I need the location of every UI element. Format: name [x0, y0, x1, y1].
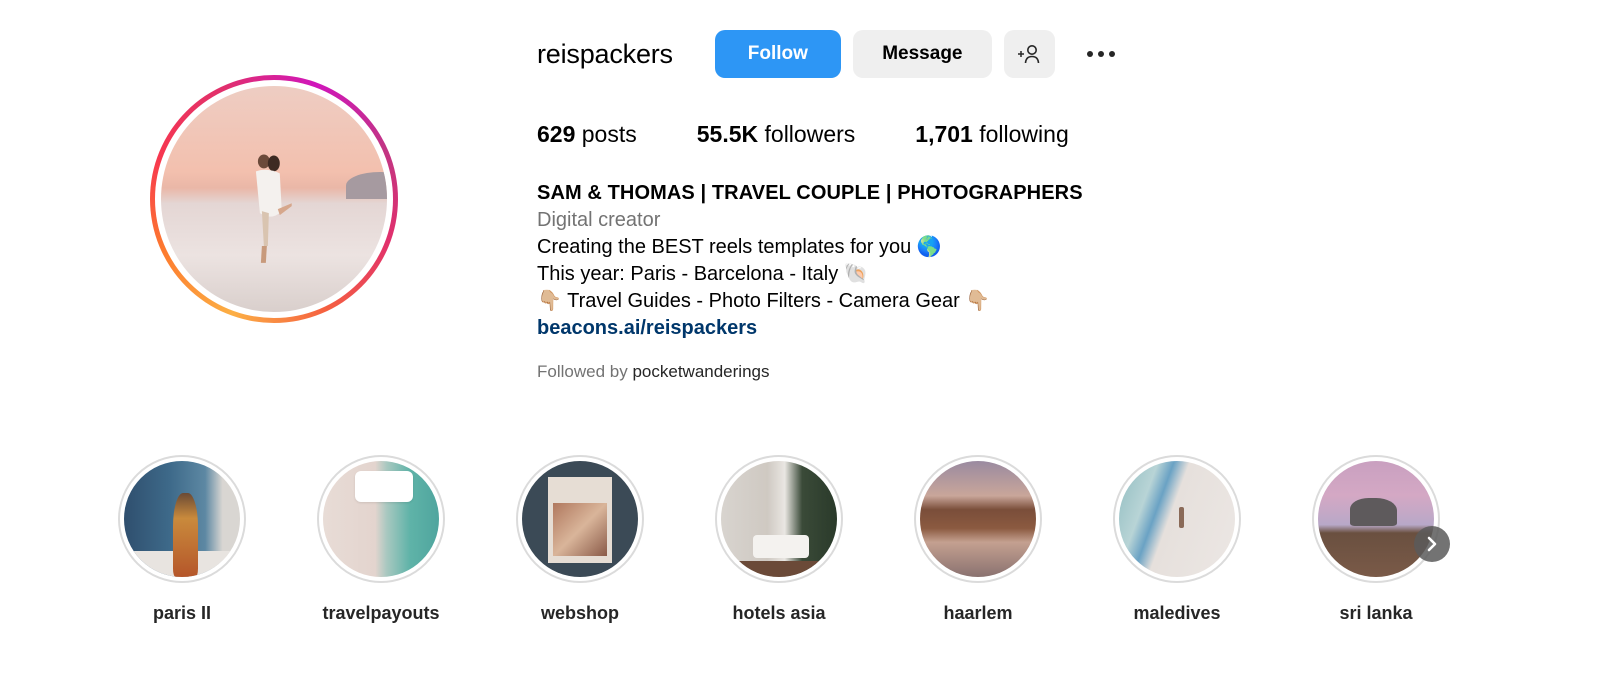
followed-by-prefix: Followed by: [537, 362, 628, 381]
avatar-hill-shape: [346, 171, 387, 199]
followed-by-user: pocketwanderings: [632, 362, 770, 381]
ellipsis-icon-dot: [1108, 51, 1115, 57]
stat-following-value: 1,701: [915, 121, 973, 147]
highlight-ring: [914, 455, 1042, 583]
highlight-label: travelpayouts: [322, 603, 440, 623]
highlight-cover: [124, 461, 240, 577]
bio-line: This year: Paris - Barcelona - Italy 🐚: [537, 263, 869, 285]
highlight-cover: [323, 461, 439, 577]
highlight-cover: [1318, 461, 1434, 577]
bio-line: Creating the BEST reels templates for yo…: [537, 236, 942, 258]
highlight-label: sri lanka: [1339, 603, 1413, 623]
stat-followers[interactable]: 55.5K followers: [697, 121, 856, 148]
highlight-ring: [516, 455, 644, 583]
profile-avatar-story-ring[interactable]: [150, 75, 398, 323]
profile-stats: 629 posts 55.5K followers 1,701 followin…: [537, 121, 1129, 148]
stat-followers-value: 55.5K: [696, 121, 759, 147]
follow-button[interactable]: Follow: [714, 30, 841, 78]
highlight-ring: [317, 455, 445, 583]
ellipsis-icon-dot: [1086, 51, 1093, 57]
highlights-next-button[interactable]: [1414, 526, 1450, 562]
profile-bio: SAM & THOMAS | TRAVEL COUPLE | PHOTOGRAP…: [537, 180, 1083, 342]
bio-line: 👇🏼 Travel Guides - Photo Filters - Camer…: [537, 290, 991, 312]
highlight-ring: [118, 455, 246, 583]
profile-header: reispackers Follow Message: [537, 30, 1119, 78]
highlight-item[interactable]: hotels asia: [714, 455, 844, 624]
highlight-item[interactable]: paris II: [117, 455, 247, 624]
highlight-cover: [522, 461, 638, 577]
bio-link[interactable]: beacons.ai/reispackers: [537, 317, 757, 339]
highlight-item[interactable]: maledives: [1112, 455, 1242, 624]
chevron-right-icon: [1427, 536, 1437, 552]
message-button[interactable]: Message: [852, 30, 992, 78]
highlight-label: maledives: [1133, 603, 1221, 623]
highlight-item[interactable]: haarlem: [913, 455, 1043, 624]
highlight-label: webshop: [540, 603, 619, 623]
highlight-ring: [715, 455, 843, 583]
followed-by[interactable]: Followed by pocketwanderings: [537, 362, 769, 382]
profile-full-name: SAM & THOMAS | TRAVEL COUPLE | PHOTOGRAP…: [537, 182, 1083, 204]
highlight-ring: [1113, 455, 1241, 583]
highlight-cover: [920, 461, 1036, 577]
highlight-cover: [721, 461, 837, 577]
story-highlights: paris II travelpayouts webshop hotels as…: [0, 455, 1600, 635]
highlight-item[interactable]: travelpayouts: [316, 455, 446, 624]
suggested-accounts-button[interactable]: [1003, 30, 1055, 78]
person-add-icon: [1018, 45, 1040, 64]
highlight-label: haarlem: [943, 603, 1013, 623]
ellipsis-icon-dot: [1097, 51, 1104, 57]
avatar-couple-figure: [256, 154, 293, 264]
stat-following[interactable]: 1,701 following: [915, 121, 1068, 148]
highlight-label: paris II: [152, 603, 212, 623]
highlight-cover: [1119, 461, 1235, 577]
avatar-inner: [155, 80, 393, 318]
highlight-label: hotels asia: [732, 603, 826, 623]
profile-category: Digital creator: [537, 209, 661, 231]
profile-username: reispackers: [537, 38, 673, 69]
avatar: [161, 86, 387, 312]
stat-followers-label: followers: [764, 121, 856, 147]
highlight-ring: [1312, 455, 1440, 583]
stat-posts-value: 629: [537, 121, 576, 147]
stat-posts: 629 posts: [537, 121, 637, 148]
stat-posts-label: posts: [581, 121, 637, 147]
stat-following-label: following: [979, 121, 1069, 147]
more-options-button[interactable]: [1083, 47, 1119, 61]
highlight-item[interactable]: webshop: [515, 455, 645, 624]
